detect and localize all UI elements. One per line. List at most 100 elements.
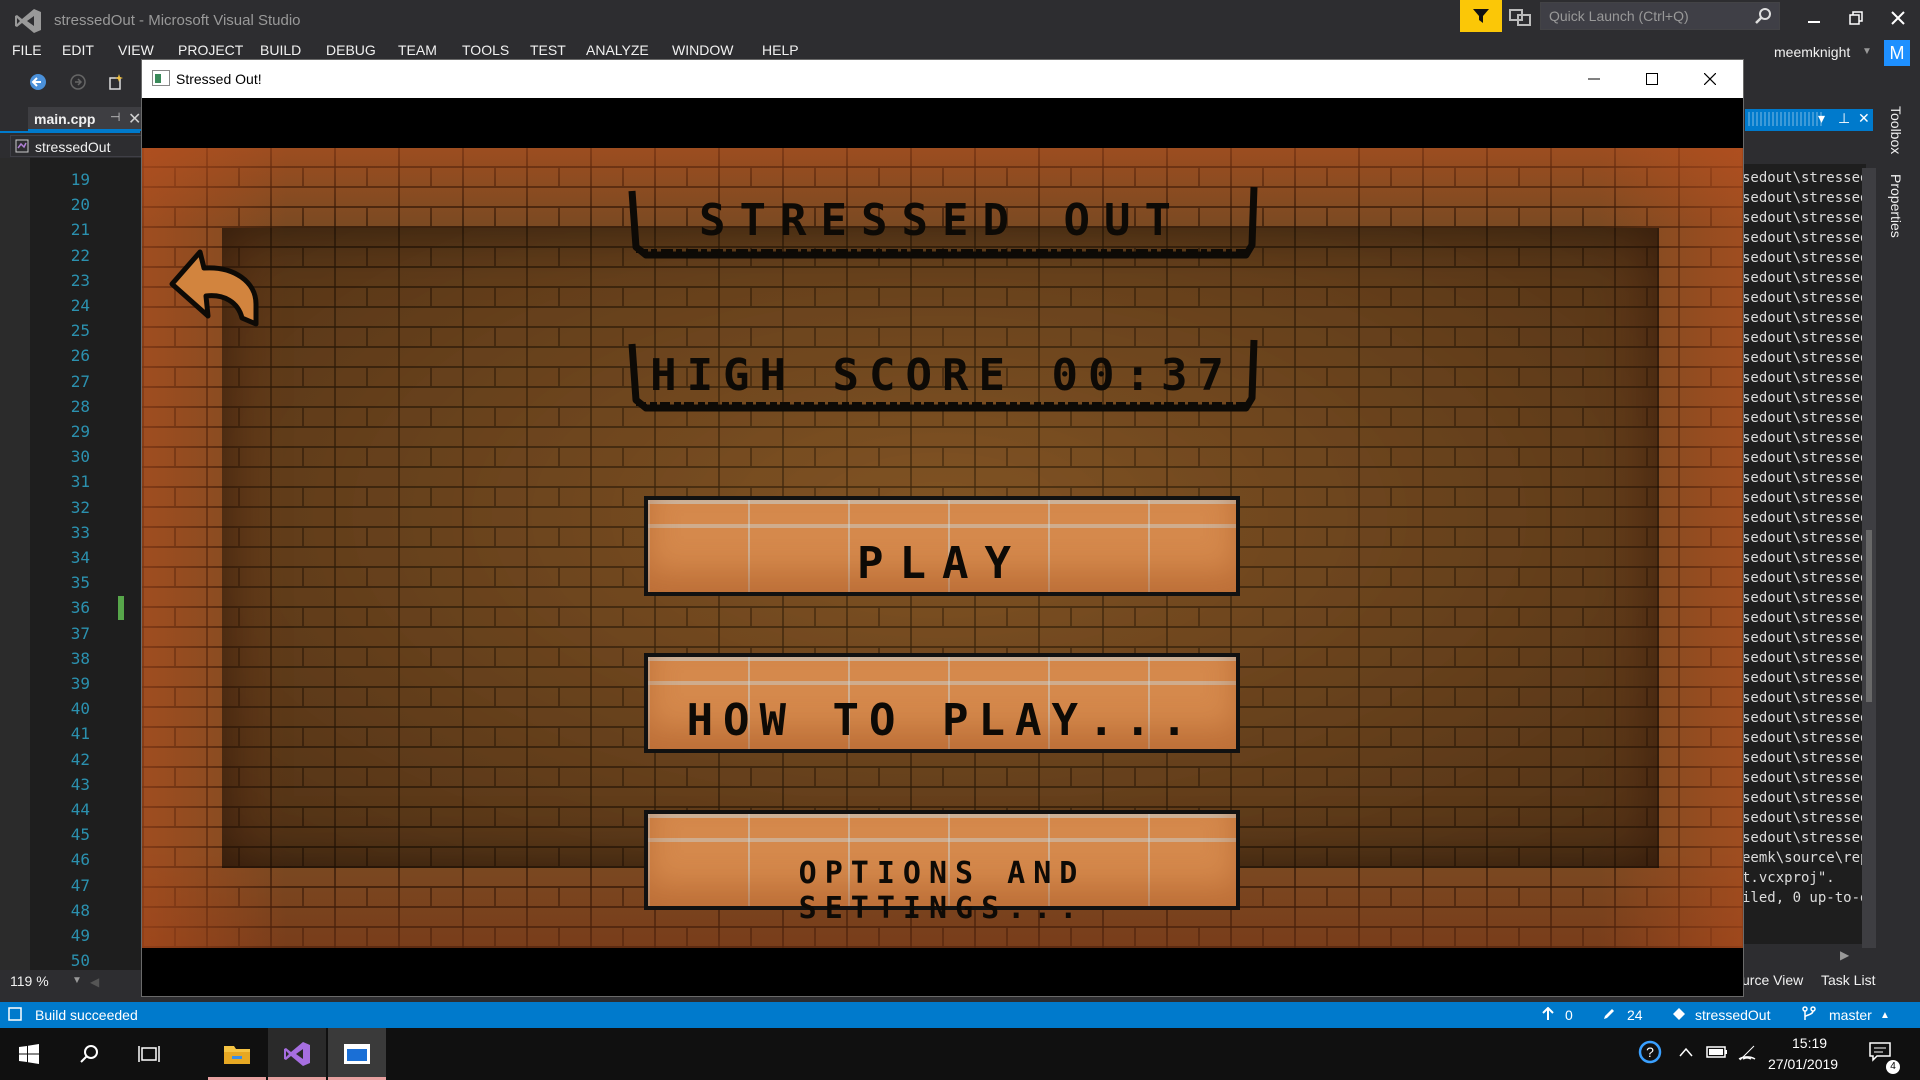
game-window[interactable]: Stressed Out! STRESSED OUT HIGH SCORE 00… — [141, 59, 1744, 997]
game-taskbar-button[interactable] — [328, 1028, 386, 1080]
line-number: 48 — [70, 900, 90, 920]
menu-edit[interactable]: EDIT — [62, 42, 94, 58]
file-explorer-button[interactable] — [208, 1028, 266, 1080]
scroll-right-icon[interactable]: ▶ — [1840, 948, 1849, 962]
pencil-icon[interactable] — [1600, 1005, 1618, 1023]
notification-filter-button[interactable] — [1460, 0, 1502, 32]
line-number: 39 — [70, 674, 90, 693]
chevron-down-icon[interactable]: ▼ — [72, 975, 82, 986]
clock-date[interactable]: 27/01/2019 — [1768, 1056, 1838, 1072]
push-count[interactable]: 0 — [1565, 1007, 1573, 1023]
git-branch-icon[interactable] — [1800, 1005, 1818, 1023]
repo-name[interactable]: stressedOut — [1695, 1007, 1770, 1023]
tab-main-cpp[interactable]: main.cpp ⊣ ✕ — [28, 107, 144, 131]
line-number: 46 — [70, 850, 90, 870]
menu-view[interactable]: VIEW — [118, 42, 154, 58]
toolbox-tab[interactable]: Toolbox — [1888, 106, 1904, 154]
zoom-level[interactable]: 119 % — [10, 973, 49, 989]
chevron-up-icon[interactable] — [1674, 1040, 1698, 1064]
menu-build[interactable]: BUILD — [260, 42, 301, 58]
new-project-icon[interactable] — [104, 70, 128, 94]
visual-studio-taskbar-button[interactable] — [268, 1028, 326, 1080]
navigation-scope-label: stressedOut — [35, 139, 111, 155]
menu-window[interactable]: WINDOW — [672, 42, 733, 58]
close-icon — [1704, 73, 1716, 85]
output-line: eemk\source\rep — [1742, 850, 1866, 866]
chevron-down-icon[interactable]: ▼ — [1862, 46, 1872, 57]
line-number: 31 — [70, 472, 90, 492]
chevron-up-icon[interactable]: ▲ — [1880, 1010, 1890, 1021]
game-window-titlebar[interactable]: Stressed Out! — [142, 60, 1743, 98]
minimize-icon — [1808, 21, 1820, 23]
options-button-label: OPTIONS AND SETTINGS... — [798, 856, 1086, 926]
battery-icon[interactable] — [1705, 1040, 1729, 1064]
menu-analyze[interactable]: ANALYZE — [586, 42, 649, 58]
output-line: sedout\stressed — [1742, 330, 1866, 346]
task-view-button[interactable] — [120, 1028, 178, 1080]
tab-task-list[interactable]: Task List — [1821, 972, 1875, 988]
line-number: 22 — [70, 245, 90, 265]
quick-launch-input[interactable]: Quick Launch (Ctrl+Q) — [1540, 2, 1780, 30]
output-line: sedout\stressed — [1742, 470, 1866, 486]
scroll-left-icon[interactable]: ◀ — [90, 975, 99, 989]
close-icon[interactable]: ✕ — [1858, 110, 1870, 127]
changes-count[interactable]: 24 — [1627, 1007, 1643, 1023]
output-window[interactable]: sedout\stressed sedout\stressed sedout\str… — [1742, 164, 1866, 944]
scrollbar-thumb[interactable] — [1866, 530, 1872, 702]
properties-tab[interactable]: Properties — [1888, 174, 1904, 238]
start-button[interactable] — [0, 1028, 58, 1080]
output-line: sedout\stressed — [1742, 570, 1866, 586]
menu-team[interactable]: TEAM — [398, 42, 437, 58]
menu-tools[interactable]: TOOLS — [462, 42, 509, 58]
search-button[interactable] — [60, 1028, 118, 1080]
output-line: sedout\stressed — [1742, 510, 1866, 526]
pin-icon[interactable]: ⊥ — [1838, 110, 1850, 127]
navigation-scope-dropdown[interactable]: stressedOut — [10, 135, 144, 157]
output-line: sedout\stressed — [1742, 170, 1866, 186]
menu-project[interactable]: PROJECT — [178, 42, 243, 58]
tab-source-view[interactable]: urce View — [1742, 972, 1803, 988]
menu-debug[interactable]: DEBUG — [326, 42, 376, 58]
menu-file[interactable]: FILE — [12, 42, 42, 58]
feedback-icon[interactable] — [1508, 6, 1532, 28]
vs-close-button[interactable] — [1880, 4, 1916, 32]
branch-name[interactable]: master — [1829, 1007, 1872, 1023]
menu-test[interactable]: TEST — [530, 42, 566, 58]
output-line: sedout\stressed — [1742, 530, 1866, 546]
vs-minimize-button[interactable] — [1796, 4, 1832, 32]
output-line: sedout\stressed — [1742, 750, 1866, 766]
output-line: sedout\stressed — [1742, 730, 1866, 746]
navigate-back-icon[interactable] — [26, 70, 50, 94]
how-to-play-button-label: HOW TO PLAY... — [686, 695, 1198, 746]
menu-help[interactable]: HELP — [762, 42, 799, 58]
signed-in-user[interactable]: meemknight — [1774, 44, 1850, 60]
vs-restore-button[interactable] — [1838, 4, 1874, 32]
line-number: 19 — [70, 170, 90, 189]
chevron-down-icon[interactable]: ▾ — [1818, 110, 1825, 127]
navigate-forward-icon[interactable] — [66, 70, 90, 94]
line-number: 50 — [70, 951, 90, 971]
game-close-button[interactable] — [1681, 60, 1739, 98]
avatar[interactable]: M — [1884, 40, 1910, 66]
pin-icon[interactable]: ⊣ — [110, 110, 120, 124]
line-number: 33 — [70, 522, 90, 542]
notification-badge: 4 — [1886, 1060, 1900, 1074]
wifi-icon[interactable] — [1735, 1040, 1759, 1064]
git-repo-icon[interactable] — [1670, 1005, 1688, 1023]
game-minimize-button[interactable] — [1565, 60, 1623, 98]
play-button[interactable]: PLAY — [644, 496, 1240, 596]
game-canvas[interactable]: STRESSED OUT HIGH SCORE 00:37 PLAY HOW T… — [142, 148, 1743, 948]
help-icon[interactable]: ? — [1638, 1040, 1662, 1064]
code-editor[interactable]: 19 20 21 22 23 24 25 26 27 28 29 30 31 32 33 34 35 36 37 38… — [0, 158, 142, 978]
clock-time[interactable]: 15:19 — [1792, 1035, 1827, 1051]
options-button[interactable]: OPTIONS AND SETTINGS... — [644, 810, 1240, 926]
close-icon[interactable]: ✕ — [128, 109, 141, 129]
output-line: t.vcxproj". — [1742, 870, 1835, 886]
game-maximize-button[interactable] — [1623, 60, 1681, 98]
output-line: sedout\stressed — [1742, 190, 1866, 206]
arrow-up-icon[interactable] — [1539, 1005, 1557, 1023]
how-to-play-button[interactable]: HOW TO PLAY... — [644, 653, 1240, 753]
output-line: sedout\stressed — [1742, 350, 1866, 366]
back-arrow-icon[interactable] — [164, 246, 264, 336]
line-number: 34 — [70, 548, 90, 567]
